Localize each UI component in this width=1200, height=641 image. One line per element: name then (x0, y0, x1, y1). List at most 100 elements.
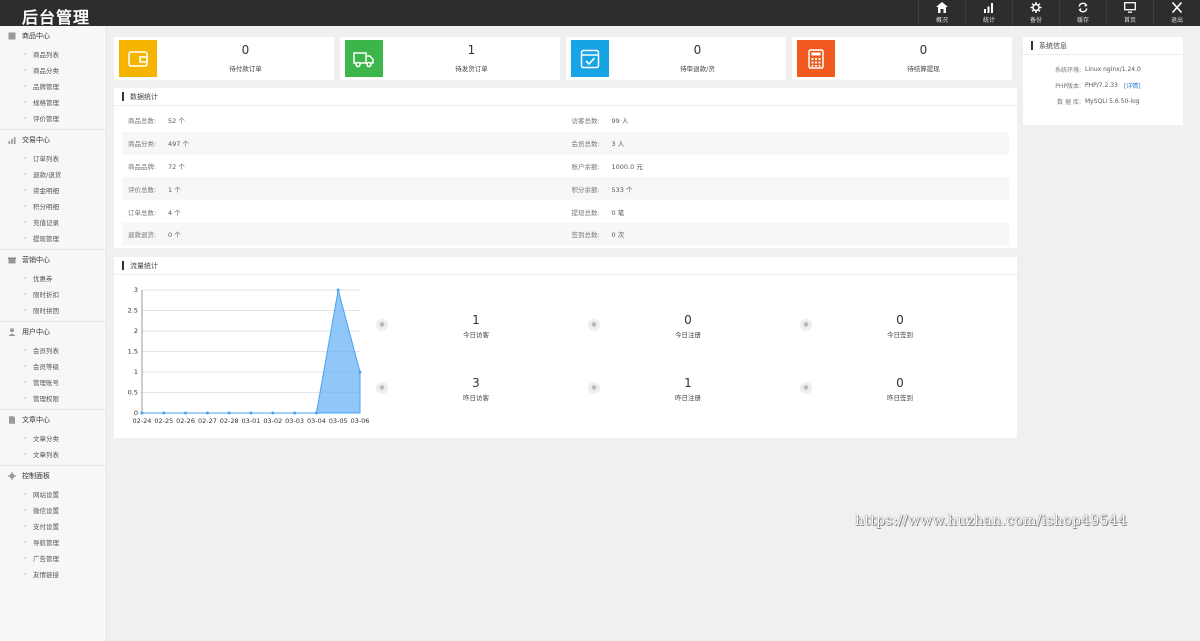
nav-label: 退出 (1170, 17, 1183, 24)
sidebar-item-member-level[interactable]: › 会员等级 (0, 358, 106, 374)
x-tick-label: 03-03 (285, 417, 304, 425)
sidebar-item-recharge[interactable]: › 充值记录 (0, 214, 106, 230)
menu-label: 微信设置 (33, 507, 59, 515)
sys-val: MySQLi 5.6.50-log (1085, 97, 1140, 105)
truck-icon (353, 51, 374, 67)
sidebar-group-users: 用户中心 › 会员列表 › 会员等级 › 管理账号 › 管理权限 (0, 322, 106, 410)
nav-label: 备份 (1029, 17, 1042, 24)
nav-label: 统计 (982, 17, 995, 24)
menu-label: 商品列表 (33, 51, 59, 59)
y-tick-label: 1 (134, 368, 138, 376)
sidebar-item-brand[interactable]: › 品牌管理 (0, 78, 106, 94)
section-header: 系统信息 (1023, 37, 1183, 55)
data-point (162, 411, 166, 415)
php-details-link[interactable]: [详情] (1124, 81, 1141, 90)
stat-val: 0 笔 (611, 208, 625, 217)
sidebar-item-article-list[interactable]: › 文章列表 (0, 446, 106, 462)
sidebar-item-wechat-settings[interactable]: › 微信设置 (0, 502, 106, 518)
data-row: 商品分类: 497 个 会员总数: 3 人 (122, 131, 1009, 155)
data-row: 商品品牌: 72 个 账户余额: 1000.0 元 (122, 155, 1009, 178)
sidebar-group-title[interactable]: 文章中心 (0, 410, 106, 430)
watermark-text: https://www.huzhan.com/ishop49544 (855, 513, 1128, 529)
sidebar-group-control: 控制面板 › 网站设置 › 微信设置 › 支付设置 › 导航管理 › 广告管理 › 友情链接 (0, 466, 106, 585)
flow-stat-today-visitors: ● 1 今日访客 (376, 313, 556, 353)
sidebar-item-admin-accounts[interactable]: › 管理账号 (0, 374, 106, 390)
header-bar (122, 92, 124, 101)
sidebar-item-members[interactable]: › 会员列表 (0, 342, 106, 358)
sidebar-item-site-settings[interactable]: › 网站设置 (0, 486, 106, 502)
sidebar-item-nav-management[interactable]: › 导航管理 (0, 534, 106, 550)
data-row: 退款退货: 0 个 签到总数: 0 次 (122, 222, 1009, 246)
y-tick-label: 0 (134, 409, 138, 417)
stat-card-pending-shipment[interactable]: 1 待发货订单 (340, 37, 560, 80)
x-tick-label: 03-01 (242, 417, 261, 425)
sidebar-item-goods-category[interactable]: › 商品分类 (0, 62, 106, 78)
data-point (314, 411, 318, 415)
stat-val: 3 人 (611, 140, 625, 149)
stat-value: 0 (919, 43, 928, 57)
menu-label: 导航管理 (33, 539, 59, 547)
data-row: 评价总数: 1 个 积分余额: 533 个 (122, 177, 1009, 201)
box-icon (8, 32, 16, 40)
group-title-text: 营销中心 (22, 256, 50, 264)
sidebar-group-title[interactable]: 营销中心 (0, 250, 106, 270)
wallet-icon (128, 50, 148, 67)
sidebar-item-ads[interactable]: › 广告管理 (0, 550, 106, 566)
sidebar-item-permissions[interactable]: › 管理权限 (0, 390, 106, 406)
stat-card-pending-payment[interactable]: 0 待付款订单 (114, 37, 334, 80)
section-title: 数据统计 (130, 92, 158, 101)
sys-key: 系统环境: (1054, 66, 1081, 74)
x-tick-label: 02-28 (220, 417, 239, 425)
sidebar-item-discount[interactable]: › 限时折扣 (0, 286, 106, 302)
sidebar-item-refunds[interactable]: › 退款/退货 (0, 166, 106, 182)
menu-label: 支付设置 (33, 523, 59, 531)
nav-logout[interactable]: 退出 (1153, 0, 1200, 26)
system-row: PHP版本: PHP/7.2.33 [详情] (1023, 77, 1183, 93)
sidebar-group-title[interactable]: 用户中心 (0, 322, 106, 342)
menu-label: 会员列表 (33, 347, 59, 355)
menu-label: 积分明细 (33, 203, 59, 211)
flow-value: 0 (896, 376, 904, 390)
x-tick-label: 02-24 (133, 417, 152, 425)
nav-statistics[interactable]: 统计 (965, 0, 1012, 26)
stat-key: 签到总数: (571, 231, 600, 240)
flow-value: 1 (684, 376, 692, 390)
menu-label: 提现管理 (33, 235, 59, 243)
nav-cache[interactable]: 缓存 (1059, 0, 1106, 26)
sidebar-item-points[interactable]: › 积分明细 (0, 198, 106, 214)
sidebar-item-review[interactable]: › 评价管理 (0, 110, 106, 126)
data-point (205, 411, 209, 415)
bar-chart-icon (8, 137, 16, 144)
sidebar-item-funds[interactable]: › 资金明细 (0, 182, 106, 198)
circle-icon: ● (376, 382, 388, 394)
flow-label: 今日签到 (887, 331, 913, 339)
menu-label: 限时拼团 (33, 307, 59, 315)
nav-overview[interactable]: 概况 (918, 0, 965, 26)
menu-label: 文章分类 (33, 435, 59, 443)
nav-backup[interactable]: 备份 (1012, 0, 1059, 26)
flow-value: 0 (684, 313, 692, 327)
stat-card-pending-refund[interactable]: 0 待审退款/货 (566, 37, 786, 80)
sidebar-item-spec[interactable]: › 规格管理 (0, 94, 106, 110)
app-logo[interactable]: 后台管理 (22, 4, 90, 28)
document-icon (9, 416, 15, 424)
menu-label: 品牌管理 (33, 83, 59, 91)
data-point (227, 411, 231, 415)
sidebar-item-article-category[interactable]: › 文章分类 (0, 430, 106, 446)
stat-card-pending-withdraw[interactable]: 0 待结算提现 (792, 37, 1012, 80)
sidebar-item-withdraw[interactable]: › 提现管理 (0, 230, 106, 246)
sidebar-item-friend-links[interactable]: › 友情链接 (0, 566, 106, 582)
sidebar-item-coupons[interactable]: › 优惠券 (0, 270, 106, 286)
sidebar-item-payment-settings[interactable]: › 支付设置 (0, 518, 106, 534)
nav-home[interactable]: 首页 (1106, 0, 1153, 26)
flow-label: 今日访客 (463, 331, 489, 339)
sidebar-item-goods-list[interactable]: › 商品列表 (0, 46, 106, 62)
flow-stat-today-registrations: ● 0 今日注册 (588, 313, 768, 353)
sidebar-item-group-buy[interactable]: › 限时拼团 (0, 302, 106, 318)
sidebar-item-orders[interactable]: › 订单列表 (0, 150, 106, 166)
flow-label: 昨日访客 (463, 394, 489, 402)
stat-key: 积分余额: (571, 185, 600, 194)
sidebar-group-title[interactable]: 控制面板 (0, 466, 106, 486)
sidebar-group-title[interactable]: 交易中心 (0, 130, 106, 150)
sidebar-group-title[interactable]: 商品中心 (0, 26, 106, 46)
